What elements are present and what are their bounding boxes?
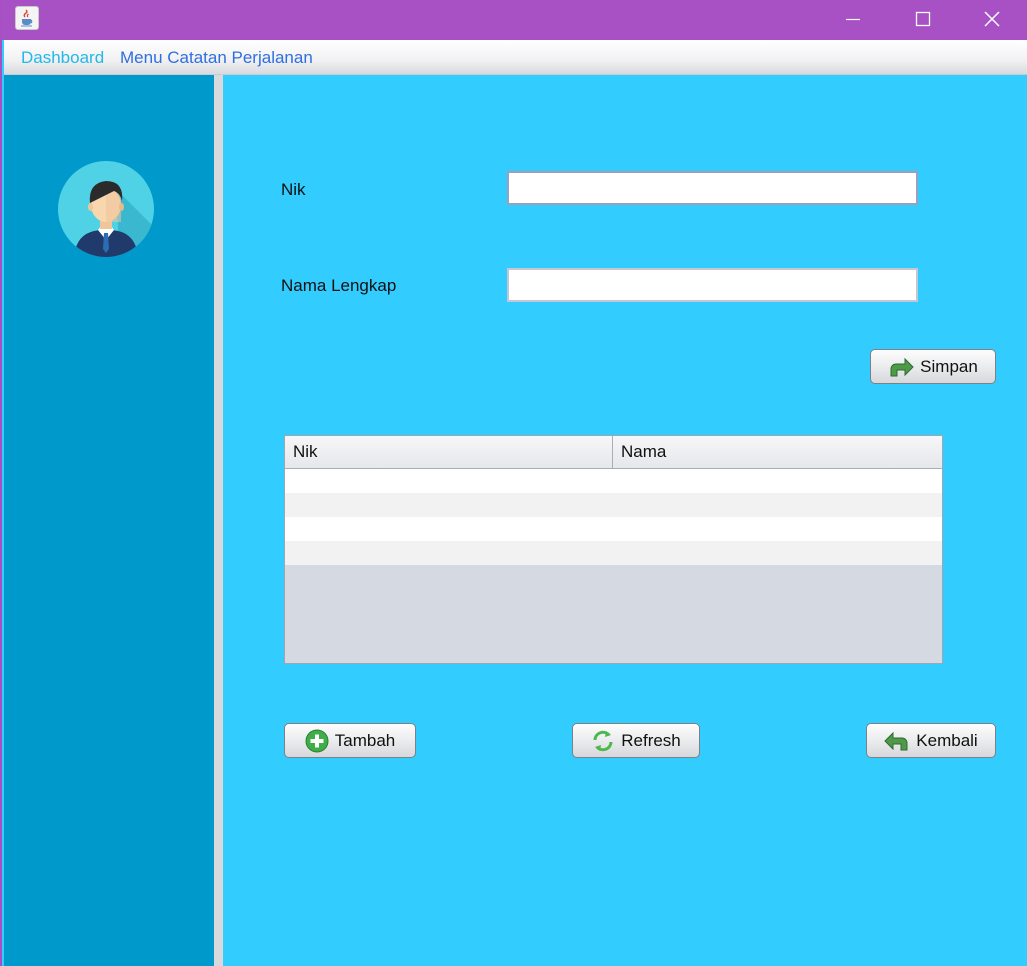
table-cell xyxy=(285,541,613,565)
forward-arrow-icon xyxy=(890,357,914,376)
table-cell xyxy=(613,469,942,493)
nik-input[interactable] xyxy=(507,171,918,205)
table-row[interactable] xyxy=(285,541,942,565)
close-icon xyxy=(984,11,1000,27)
table-header: Nik Nama xyxy=(285,436,942,469)
back-arrow-icon xyxy=(884,731,908,750)
refresh-icon xyxy=(593,730,613,751)
table-cell xyxy=(613,517,942,541)
table-row[interactable] xyxy=(285,469,942,493)
application-window: Dashboard Menu Catatan Perjalanan Nik Na… xyxy=(0,0,1027,966)
menu-catatan-perjalanan[interactable]: Menu Catatan Perjalanan xyxy=(120,48,313,68)
maximize-button[interactable] xyxy=(888,0,958,38)
table-cell xyxy=(613,541,942,565)
add-circle-icon xyxy=(305,729,329,752)
simpan-button[interactable]: Simpan xyxy=(870,349,996,384)
refresh-button[interactable]: Refresh xyxy=(572,723,700,758)
kembali-button[interactable]: Kembali xyxy=(866,723,996,758)
column-header-nama[interactable]: Nama xyxy=(613,436,942,468)
simpan-label: Simpan xyxy=(920,356,978,376)
table-cell xyxy=(285,469,613,493)
nama-lengkap-input[interactable] xyxy=(507,268,918,302)
sidebar-divider xyxy=(214,75,223,966)
tambah-button[interactable]: Tambah xyxy=(284,723,416,758)
table-cell xyxy=(285,493,613,517)
java-cup-icon[interactable] xyxy=(15,6,39,30)
menu-bar: Dashboard Menu Catatan Perjalanan xyxy=(4,40,1027,75)
user-avatar-icon xyxy=(58,161,154,257)
refresh-label: Refresh xyxy=(621,730,681,750)
column-header-nik[interactable]: Nik xyxy=(285,436,613,468)
tambah-label: Tambah xyxy=(334,730,396,750)
close-button[interactable] xyxy=(957,0,1027,38)
data-table[interactable]: Nik Nama xyxy=(284,435,943,664)
table-row[interactable] xyxy=(285,493,942,517)
sidebar xyxy=(4,75,214,966)
minimize-button[interactable] xyxy=(818,0,888,38)
menu-dashboard[interactable]: Dashboard xyxy=(21,48,104,68)
minimize-icon xyxy=(846,18,860,21)
table-cell xyxy=(613,493,942,517)
nik-label: Nik xyxy=(281,180,306,199)
maximize-icon xyxy=(915,11,931,27)
title-bar[interactable] xyxy=(2,0,1027,40)
nama-lengkap-label: Nama Lengkap xyxy=(281,276,397,295)
kembali-label: Kembali xyxy=(916,730,978,750)
table-row[interactable] xyxy=(285,517,942,541)
table-cell xyxy=(285,517,613,541)
